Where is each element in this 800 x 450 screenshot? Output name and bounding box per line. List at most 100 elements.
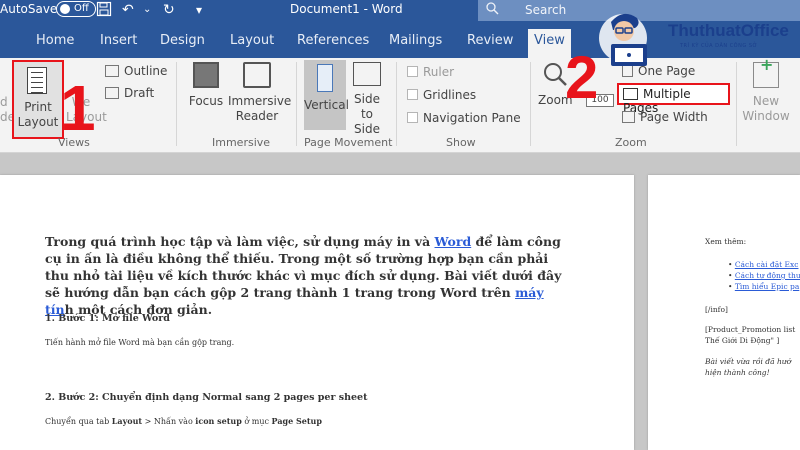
search-icon <box>486 2 499 19</box>
immersive-group-label: Immersive <box>212 136 271 149</box>
page2-link-text[interactable]: Tìm hiểu Epic pa <box>735 282 800 291</box>
read-mode-button[interactable]: d de <box>0 95 15 125</box>
logo-text: ThuthuatOffice <box>668 21 789 40</box>
vertical-button[interactable]: Vertical <box>304 60 349 130</box>
toggle-knob <box>60 4 70 14</box>
autosave-label: AutoSave <box>0 2 58 16</box>
vertical-icon <box>317 64 333 92</box>
page-movement-group-label: Page Movement <box>304 136 393 149</box>
new-window-label-2: Window <box>742 109 790 123</box>
search-placeholder: Search <box>525 3 567 17</box>
read-mode-label-1: d <box>0 95 8 109</box>
title-bar: AutoSave Off ↶ ⌄ ↻ ▾ Document1 - Word Se… <box>0 0 800 21</box>
document-title: Document1 - Word <box>290 2 403 16</box>
step2-text-part: > Nhấn vào <box>142 417 196 426</box>
word-link[interactable]: Word <box>435 234 472 249</box>
page2-link-2[interactable]: • Cách tự động thu <box>728 271 800 280</box>
tab-references[interactable]: References <box>297 33 369 48</box>
page2-link-text[interactable]: Cách tự động thu <box>735 271 800 280</box>
closing-line-2: hiện thành công! <box>705 368 770 377</box>
focus-label: Focus <box>188 94 224 108</box>
tab-design[interactable]: Design <box>160 33 205 48</box>
tab-insert[interactable]: Insert <box>100 33 137 48</box>
step2-text-part: Chuyển qua tab <box>45 417 112 426</box>
page-width-label: Page Width <box>640 110 708 124</box>
outline-label: Outline <box>124 64 168 78</box>
group-separator <box>736 62 737 146</box>
page2-link-1[interactable]: • Cách cài đặt Exc <box>728 260 798 269</box>
outline-button[interactable]: Outline <box>105 64 167 78</box>
group-separator <box>176 62 177 146</box>
document-page-1[interactable]: Trong quá trình học tập và làm việc, sử … <box>0 175 634 450</box>
step1-text: Tiến hành mở file Word mà bạn cần gộp tr… <box>45 338 235 347</box>
ruler-checkbox[interactable]: Ruler <box>407 65 454 79</box>
ribbon-view: d de Print Layout We Layout Outline Draf… <box>0 57 800 153</box>
tab-home[interactable]: Home <box>36 33 74 48</box>
redo-icon[interactable]: ↻ <box>163 1 175 19</box>
step2-text-part: ở mục <box>241 417 272 426</box>
magnifier-icon <box>543 62 567 86</box>
print-layout-icon <box>27 67 47 94</box>
new-window-icon: + <box>753 57 779 88</box>
see-more-label: Xem thêm: <box>705 237 747 246</box>
side-to-side-button[interactable]: Side to Side <box>348 62 386 137</box>
logo-tagline: TRÍ KỲ CỦA DÂN CÔNG SỞ <box>680 43 758 49</box>
save-icon[interactable] <box>96 1 112 22</box>
vertical-label: Vertical <box>304 98 349 112</box>
checkbox-icon <box>407 66 418 77</box>
outline-icon <box>105 65 119 77</box>
page-width-icon <box>622 111 635 123</box>
step2-text: Chuyển qua tab Layout > Nhấn vào icon se… <box>45 416 322 426</box>
tab-layout[interactable]: Layout <box>230 33 274 48</box>
read-mode-label-2: de <box>0 110 15 124</box>
autosave-toggle[interactable]: Off <box>56 1 96 17</box>
gridlines-checkbox[interactable]: Gridlines <box>407 88 476 102</box>
tab-review[interactable]: Review <box>467 33 513 48</box>
step-number-2: 2 <box>565 44 599 111</box>
step2-text-bold: Page Setup <box>271 416 322 426</box>
document-area[interactable]: Trong quá trình học tập và làm việc, sử … <box>0 153 800 450</box>
draft-icon <box>105 87 119 99</box>
draft-button[interactable]: Draft <box>105 86 154 100</box>
undo-dropdown-icon[interactable]: ⌄ <box>143 1 151 19</box>
closing-line-1: Bài viết vừa rồi đã hướ <box>705 357 792 366</box>
group-separator <box>396 62 397 146</box>
checkbox-icon <box>407 89 418 100</box>
autosave-state: Off <box>74 3 89 14</box>
customize-toolbar-icon[interactable]: ▾ <box>196 1 202 19</box>
immersive-label-1: Immersive <box>228 94 292 108</box>
page2-link-3[interactable]: • Tìm hiểu Epic pa <box>728 282 799 291</box>
document-page-2[interactable]: Xem thêm: • Cách cài đặt Exc • Cách tự đ… <box>648 175 800 450</box>
focus-button[interactable]: Focus <box>186 62 226 109</box>
intro-text: Trong quá trình học tập và làm việc, sử … <box>45 234 435 249</box>
promo-line-1: [Product_Promotion list <box>705 325 796 334</box>
navigation-pane-checkbox[interactable]: Navigation Pane <box>407 111 521 125</box>
group-separator <box>530 62 531 146</box>
step1-heading: 1. Bước 1: Mở file Word <box>45 313 170 324</box>
immersive-label-2: Reader <box>235 109 279 123</box>
tab-mailings[interactable]: Mailings <box>389 33 442 48</box>
new-window-label-1: New <box>752 94 780 108</box>
logo-avatar-icon <box>597 4 665 70</box>
ruler-label: Ruler <box>423 65 455 79</box>
new-window-button[interactable]: + New Window <box>742 57 790 124</box>
print-layout-button[interactable]: Print Layout <box>12 60 64 139</box>
page-width-button[interactable]: Page Width <box>622 110 708 124</box>
undo-icon[interactable]: ↶ <box>122 1 134 19</box>
info-tag: [/info] <box>705 305 728 314</box>
navigation-pane-label: Navigation Pane <box>423 111 521 125</box>
print-layout-label-1: Print <box>24 100 52 114</box>
multiple-pages-button[interactable]: Multiple Pages <box>617 83 730 115</box>
immersive-reader-icon <box>243 62 271 88</box>
promo-line-2: Thế Giới Di Động" ] <box>705 336 780 345</box>
step2-text-bold: icon setup <box>195 416 242 426</box>
gridlines-label: Gridlines <box>423 88 477 102</box>
immersive-reader-button[interactable]: Immersive Reader <box>228 62 292 124</box>
step2-text-bold: Layout <box>111 416 143 426</box>
side-label-1: Side <box>354 92 380 106</box>
print-layout-label: Print Layout <box>14 100 62 130</box>
page2-link-text[interactable]: Cách cài đặt Exc <box>735 260 799 269</box>
intro-paragraph: Trong quá trình học tập và làm việc, sử … <box>45 233 575 318</box>
print-layout-label-2: Layout <box>17 115 59 129</box>
step-number-1: 1 <box>60 72 96 144</box>
